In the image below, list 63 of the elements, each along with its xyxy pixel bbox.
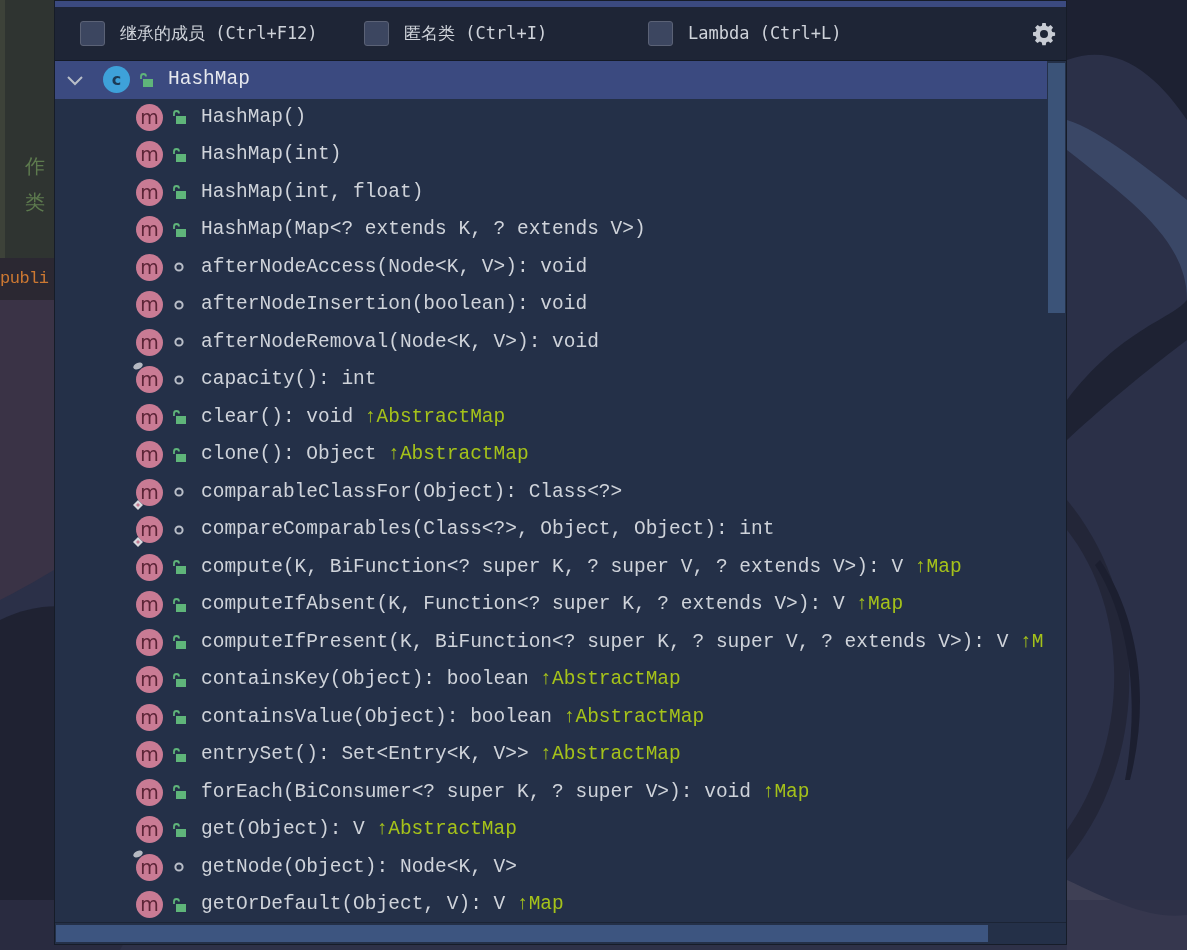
inherited-from: ↑Map bbox=[762, 779, 810, 805]
method-icon: m bbox=[136, 216, 163, 244]
method-icon: m bbox=[136, 628, 163, 656]
method-icon: m bbox=[136, 291, 163, 319]
tree-row[interactable]: m getOrDefault(Object, V): V ↑Map bbox=[55, 886, 1047, 922]
tree-row[interactable]: m HashMap(Map<? extends K, ? extends V>) bbox=[55, 211, 1047, 249]
tree-row[interactable]: m afterNodeInsertion(boolean): void bbox=[55, 286, 1047, 324]
tree-row[interactable]: m HashMap(int) bbox=[55, 136, 1047, 174]
tree-row[interactable]: m getNode(Object): Node<K, V> bbox=[55, 848, 1047, 886]
inherited-from: ↑AbstractMap bbox=[376, 817, 517, 843]
inherited-from: ↑AbstractMap bbox=[540, 667, 681, 693]
tree-row[interactable]: m compareComparables(Class<?>, Object, Object): int bbox=[55, 511, 1047, 549]
settings-icon[interactable] bbox=[1032, 21, 1056, 46]
method-icon: m bbox=[136, 103, 163, 131]
method-icon: m bbox=[136, 741, 163, 769]
tree-row[interactable]: m containsKey(Object): boolean ↑AbstractMap bbox=[55, 661, 1047, 699]
class-icon: c bbox=[103, 66, 130, 94]
inherited-from: ↑Map bbox=[516, 892, 564, 918]
inherited-from: ↑AbstractMap bbox=[540, 742, 681, 768]
tree-row[interactable]: m computeIfPresent(K, BiFunction<? super K, ? super V, ? extends V>): V ↑M bbox=[55, 623, 1047, 661]
tree-row[interactable]: m compute(K, BiFunction<? super K, ? super V, ? extends V>): V ↑Map bbox=[55, 548, 1047, 586]
method-icon: m bbox=[136, 441, 163, 469]
doc-text: 类 bbox=[25, 189, 45, 216]
tree-row[interactable]: m containsValue(Object): boolean ↑AbstractMap bbox=[55, 698, 1047, 736]
method-icon: m bbox=[136, 403, 163, 431]
tree-row[interactable]: m HashMap() bbox=[55, 98, 1047, 136]
method-icon: m bbox=[136, 516, 163, 544]
method-icon: m bbox=[136, 891, 163, 919]
method-icon: m bbox=[136, 778, 163, 806]
method-icon: m bbox=[136, 178, 163, 206]
tree-row[interactable]: m get(Object): V ↑AbstractMap bbox=[55, 811, 1047, 849]
method-icon: m bbox=[136, 853, 163, 881]
doc-text: 作 bbox=[25, 153, 45, 180]
inherited-from: ↑Map bbox=[856, 592, 904, 618]
tree-row[interactable]: m comparableClassFor(Object): Class<?> bbox=[55, 473, 1047, 511]
method-icon: m bbox=[136, 253, 163, 281]
inherited-from: ↑AbstractMap bbox=[364, 404, 506, 430]
tree-row[interactable]: m entrySet(): Set<Entry<K, V>> ↑AbstractMap bbox=[55, 736, 1047, 774]
tree-row[interactable]: m computeIfAbsent(K, Function<? super K, ? extends V>): V ↑Map bbox=[55, 586, 1047, 624]
horizontal-scrollbar[interactable] bbox=[55, 922, 1066, 944]
tree-row[interactable]: m afterNodeRemoval(Node<K, V>): void bbox=[55, 323, 1047, 361]
code-text: publi bbox=[0, 268, 50, 290]
tree-row[interactable]: m forEach(BiConsumer<? super K, ? super V>): void ↑Map bbox=[55, 773, 1047, 811]
method-icon: m bbox=[136, 816, 163, 844]
filter-checkbox[interactable]: Lambda (Ctrl+L) bbox=[648, 20, 932, 47]
tree-row[interactable]: m HashMap(int, float) bbox=[55, 173, 1047, 211]
tree-row[interactable]: m capacity(): int bbox=[55, 361, 1047, 399]
method-icon: m bbox=[136, 703, 163, 731]
filter-checkbox[interactable]: 匿名类 (Ctrl+I) bbox=[364, 20, 648, 47]
inherited-from: ↑M bbox=[1020, 629, 1044, 655]
inherited-from: ↑Map bbox=[914, 554, 962, 580]
tree-row[interactable]: c HashMap bbox=[55, 61, 1047, 99]
tree-row[interactable]: m clone(): Object ↑AbstractMap bbox=[55, 436, 1047, 474]
method-icon: m bbox=[136, 666, 163, 694]
method-icon: m bbox=[136, 328, 163, 356]
inherited-from: ↑AbstractMap bbox=[388, 442, 529, 468]
filter-checkbox[interactable]: 继承的成员 (Ctrl+F12) bbox=[80, 20, 364, 47]
method-icon: m bbox=[136, 553, 163, 581]
method-icon: m bbox=[136, 141, 163, 169]
method-icon: m bbox=[136, 591, 163, 619]
inherited-from: ↑AbstractMap bbox=[563, 704, 705, 730]
tree-row[interactable]: m afterNodeAccess(Node<K, V>): void bbox=[55, 248, 1047, 286]
tree-row[interactable]: m clear(): void ↑AbstractMap bbox=[55, 398, 1047, 436]
